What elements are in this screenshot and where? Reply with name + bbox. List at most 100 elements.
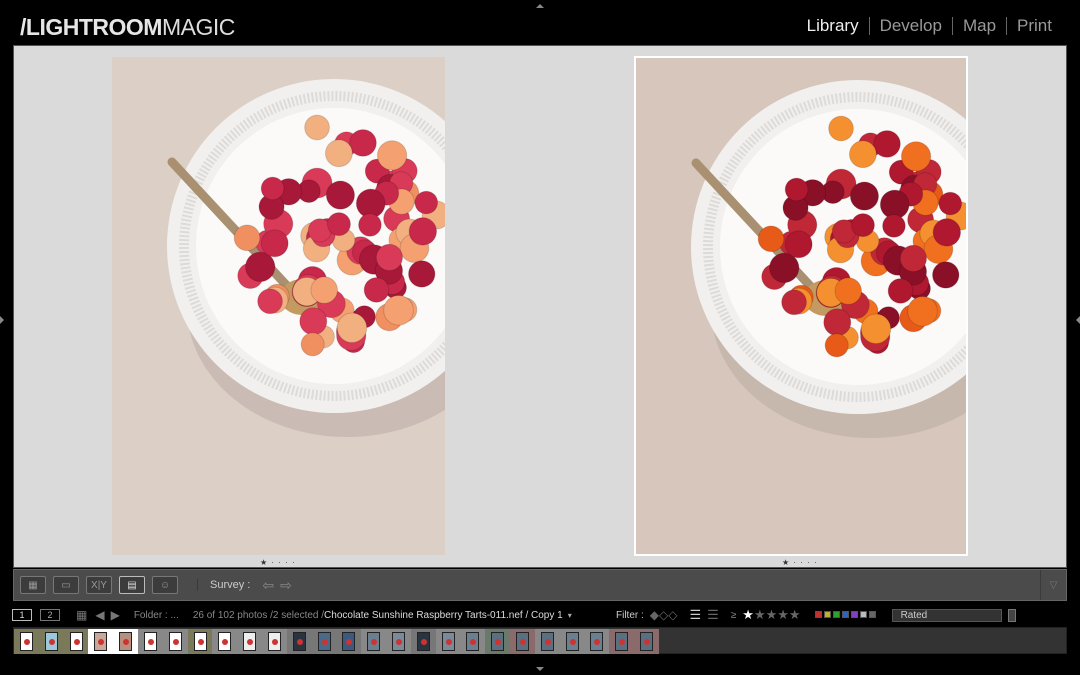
filmstrip-thumbnail[interactable] bbox=[138, 629, 163, 654]
right-panel-toggle-icon[interactable] bbox=[1072, 316, 1080, 324]
filmstrip-thumbnail[interactable] bbox=[559, 629, 585, 654]
module-map[interactable]: Map bbox=[951, 17, 1006, 35]
thumbnail-image bbox=[193, 632, 207, 651]
star-icon[interactable]: ★ bbox=[789, 607, 801, 622]
module-develop[interactable]: Develop bbox=[868, 17, 952, 35]
filmstrip-thumbnail[interactable] bbox=[485, 629, 511, 654]
folder-label[interactable]: Folder : ... bbox=[134, 610, 179, 621]
module-picker: Library Develop Map Print bbox=[797, 17, 1062, 35]
star-icon[interactable]: ★ bbox=[754, 607, 766, 622]
filmstrip-thumbnail[interactable] bbox=[262, 629, 287, 654]
color-label-swatch[interactable] bbox=[823, 610, 831, 618]
filename-dropdown-icon[interactable]: ▾ bbox=[568, 611, 572, 620]
compare-view-button[interactable]: X|Y bbox=[86, 576, 112, 594]
filmstrip-thumbnail[interactable] bbox=[386, 629, 411, 654]
photo-rating[interactable]: ★ · · · · bbox=[782, 558, 818, 567]
rating-filter-stars[interactable]: ★★★★★ bbox=[742, 607, 800, 623]
filter-lock-toggle[interactable] bbox=[1007, 608, 1016, 622]
thumbnail-image bbox=[540, 632, 554, 651]
filmstrip-thumbnail[interactable] bbox=[38, 629, 64, 654]
thumbnail-image bbox=[516, 632, 529, 651]
thumbnail-image bbox=[466, 632, 480, 651]
filmstrip-thumbnail[interactable] bbox=[113, 629, 139, 654]
toolbar: ▦ ▭ X|Y ▤ ☺ Survey : ⇦ ⇨ ▽ bbox=[13, 569, 1067, 601]
next-photo-icon[interactable]: ⇨ bbox=[280, 577, 292, 594]
thumbnail-image bbox=[168, 632, 182, 651]
survey-view: ★ · · · · ★ · · · · bbox=[13, 45, 1067, 568]
filmstrip-thumbnail[interactable] bbox=[162, 629, 188, 654]
loupe-view-button[interactable]: ▭ bbox=[53, 576, 79, 594]
filmstrip[interactable] bbox=[13, 627, 1067, 654]
filmstrip-thumbnail[interactable] bbox=[88, 629, 114, 654]
filmstrip-thumbnail[interactable] bbox=[14, 629, 39, 654]
survey-photo[interactable] bbox=[112, 57, 445, 555]
survey-photo-selected[interactable] bbox=[634, 56, 968, 556]
thumbnail-image bbox=[243, 632, 257, 651]
compare-view-icon: X|Y bbox=[91, 579, 107, 591]
star-icon[interactable]: ★ bbox=[742, 607, 754, 622]
back-arrow-icon[interactable]: ◀ bbox=[95, 608, 104, 622]
filter-label: Filter : bbox=[616, 609, 644, 621]
filmstrip-thumbnail[interactable] bbox=[187, 629, 213, 654]
previous-photo-icon[interactable]: ⇦ bbox=[262, 577, 274, 594]
thumbnail-image bbox=[292, 632, 306, 651]
thumbnail-image bbox=[615, 632, 629, 651]
color-label-swatch[interactable] bbox=[868, 610, 876, 618]
thumbnail-image bbox=[416, 632, 430, 651]
photo-image bbox=[112, 57, 445, 555]
unedited-filter-icon[interactable]: ☰ bbox=[707, 607, 719, 623]
color-label-swatch[interactable] bbox=[850, 610, 858, 618]
edited-filter-icon[interactable]: ☰ bbox=[689, 607, 701, 623]
filmstrip-thumbnail[interactable] bbox=[609, 629, 635, 654]
thumbnail-image bbox=[392, 632, 405, 651]
thumbnail-image bbox=[119, 632, 133, 651]
module-library[interactable]: Library bbox=[797, 17, 869, 35]
filmstrip-thumbnail[interactable] bbox=[634, 629, 659, 654]
toolbar-menu-button[interactable]: ▽ bbox=[1040, 570, 1066, 600]
color-label-swatch[interactable] bbox=[814, 610, 822, 618]
filter-preset-select[interactable]: Rated bbox=[891, 608, 1002, 622]
photo-rating[interactable]: ★ · · · · bbox=[260, 558, 296, 567]
forward-arrow-icon[interactable]: ▶ bbox=[111, 608, 120, 622]
grid-icon[interactable]: ▦ bbox=[76, 608, 87, 622]
grid-view-button[interactable]: ▦ bbox=[20, 576, 46, 594]
filmstrip-thumbnail[interactable] bbox=[237, 629, 263, 654]
filmstrip-thumbnail[interactable] bbox=[361, 629, 387, 654]
flag-filter-icons[interactable]: ◆◇◇ bbox=[650, 608, 678, 622]
thumbnail-image bbox=[342, 632, 356, 651]
color-label-swatch[interactable] bbox=[832, 610, 840, 618]
star-icon[interactable]: ★ bbox=[766, 607, 778, 622]
thumbnail-image bbox=[640, 632, 653, 651]
rating-operator[interactable]: ≥ bbox=[731, 610, 737, 621]
star-icon[interactable]: ★ bbox=[777, 607, 789, 622]
screen-2-button[interactable]: 2 bbox=[40, 609, 60, 621]
filmstrip-thumbnail[interactable] bbox=[63, 629, 89, 654]
filter-bar: Filter : ◆◇◇ ☰ ☰ ≥ ★★★★★ Rated bbox=[616, 605, 1016, 625]
selected-filename[interactable]: Chocolate Sunshine Raspberry Tarts-011.n… bbox=[324, 610, 563, 621]
survey-view-button[interactable]: ▤ bbox=[119, 576, 145, 594]
screen-1-button[interactable]: 1 bbox=[12, 609, 32, 621]
filmstrip-thumbnail[interactable] bbox=[460, 629, 486, 654]
people-view-button[interactable]: ☺ bbox=[152, 576, 178, 594]
top-panel-toggle-icon[interactable] bbox=[536, 0, 544, 8]
color-label-filter[interactable] bbox=[814, 610, 878, 621]
color-label-swatch[interactable] bbox=[841, 610, 849, 618]
left-panel-toggle-icon[interactable] bbox=[0, 316, 8, 324]
bottom-panel-toggle-icon[interactable] bbox=[536, 667, 544, 675]
filmstrip-thumbnail[interactable] bbox=[212, 629, 238, 654]
filmstrip-thumbnail[interactable] bbox=[435, 629, 461, 654]
filmstrip-thumbnail[interactable] bbox=[336, 629, 362, 654]
filmstrip-thumbnail[interactable] bbox=[534, 629, 560, 654]
filmstrip-thumbnail[interactable] bbox=[311, 629, 337, 654]
filmstrip-thumbnail[interactable] bbox=[410, 629, 436, 654]
thumbnail-image bbox=[268, 632, 281, 651]
thumbnail-image bbox=[317, 632, 331, 651]
filmstrip-thumbnail[interactable] bbox=[286, 629, 312, 654]
module-print[interactable]: Print bbox=[1006, 17, 1062, 35]
filmstrip-thumbnail[interactable] bbox=[584, 629, 610, 654]
survey-view-icon: ▤ bbox=[127, 579, 137, 591]
filmstrip-thumbnail[interactable] bbox=[510, 629, 535, 654]
thumbnail-image bbox=[441, 632, 455, 651]
color-label-swatch[interactable] bbox=[859, 610, 867, 618]
thumbnail-image bbox=[218, 632, 232, 651]
